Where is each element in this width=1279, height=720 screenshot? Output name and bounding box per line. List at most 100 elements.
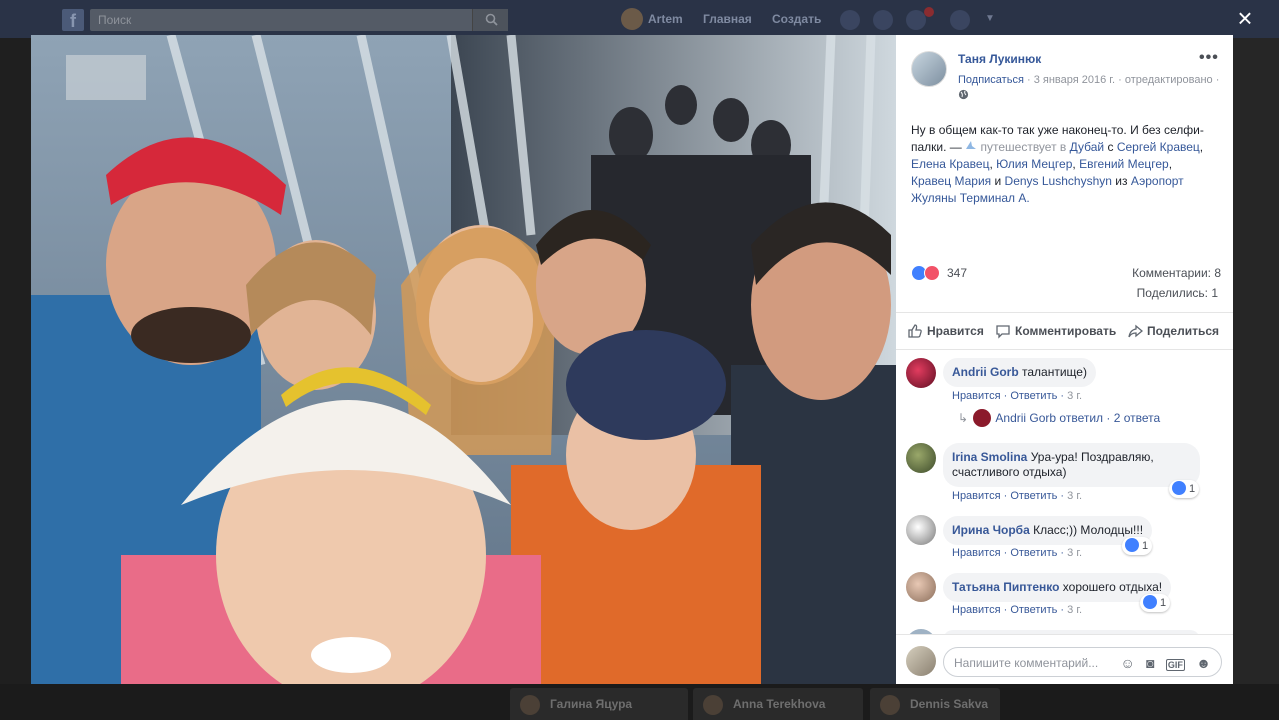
like-button[interactable]: Нравится [908,324,984,338]
comment-time[interactable]: 3 г. [1067,390,1082,402]
profile-avatar[interactable] [621,8,643,30]
comment-time[interactable]: 3 г. [1067,547,1082,559]
share-icon [1128,324,1143,338]
commenter-avatar[interactable] [906,515,936,545]
separator: · [1215,74,1220,86]
like-reaction-icon [1125,538,1139,552]
like-label: Нравится [927,324,984,338]
chat-avatar [520,695,540,715]
comment-text: Класс;)) Молодцы!!! [1033,523,1144,537]
commenter-avatar[interactable] [906,358,936,388]
comment-likes[interactable]: 1 [1169,480,1200,498]
comment-reply-link[interactable]: Ответить [1010,490,1057,502]
comment-author[interactable]: Ирина Чорба [952,523,1030,537]
comment-likes[interactable]: 1 [1140,594,1171,612]
comment-placeholder: Напишите комментарий... [954,656,1099,670]
tagged-person-link[interactable]: Кравец Мария [911,174,991,188]
commenter-avatar[interactable] [906,443,936,473]
search-icon [485,13,498,26]
like-reaction-icon [1143,595,1157,609]
chat-avatar [880,695,900,715]
more-options-icon[interactable]: ••• [1199,49,1219,67]
comment-bubble: Irina Smolina Ура-ура! Поздравляю, счаст… [943,443,1200,487]
friend-requests-icon[interactable] [840,10,860,30]
help-icon[interactable] [950,10,970,30]
comment-time[interactable]: 3 г. [1067,490,1082,502]
comment-author[interactable]: Irina Smolina [952,450,1027,464]
chat-tab[interactable]: Anna Terekhova [693,688,863,720]
with-word: с [1107,140,1114,154]
comment-like-link[interactable]: Нравится [952,490,1001,502]
photo-image [31,35,896,684]
comment-author[interactable]: Andrii Gorb [952,365,1019,379]
search-input[interactable]: Поиск [98,13,131,27]
chat-tab[interactable]: Dennis Sakva [870,688,1000,720]
chat-tab[interactable]: Галина Яцура [510,688,688,720]
gif-icon[interactable]: GIF [1165,659,1185,671]
comments-list: Andrii Gorb талантище) Нравится · Ответи… [896,350,1233,634]
comment-likes-count: 1 [1142,539,1149,552]
edited-label[interactable]: отредактировано [1125,74,1213,86]
shares-count[interactable]: Поделились: 1 [911,286,1218,300]
reactions-count[interactable]: 347 [947,266,967,280]
share-button[interactable]: Поделиться [1128,324,1220,338]
chat-tab-label: Anna Terekhova [733,697,826,711]
subscribe-link[interactable]: Подписаться [958,74,1024,86]
tagged-person-link[interactable]: Елена Кравец [911,157,989,171]
comment-like-link[interactable]: Нравится [952,547,1001,559]
commenter-avatar[interactable] [906,572,936,602]
comments-count[interactable]: Комментарии: 8 [1132,266,1221,280]
separator: · [1118,74,1122,86]
comment-button[interactable]: Комментировать [996,324,1117,339]
comment-label: Комментировать [1015,324,1117,338]
destination-link[interactable]: Дубай [1070,140,1105,154]
account-menu-icon[interactable]: ▼ [985,13,999,33]
share-label: Поделиться [1147,324,1220,338]
comment-meta: Нравится · Ответить · 3 г. [952,604,1083,616]
tagged-person-link[interactable]: Юлия Мецгер [996,157,1072,171]
facebook-topbar: f Поиск Artem Главная Создать ▼ [0,0,1279,38]
create-link[interactable]: Создать [772,12,821,26]
comment-like-link[interactable]: Нравится [952,604,1001,616]
activity-text: путешествует в [980,140,1067,154]
comment-input[interactable]: Напишите комментарий... ☺ ◙ GIF ☻ [943,647,1222,677]
chat-tab-label: Dennis Sakva [910,697,989,711]
comment-reply-link[interactable]: Ответить [1010,604,1057,616]
messenger-icon[interactable] [873,10,893,30]
emoji-icon[interactable]: ☺ [1120,655,1134,671]
comment-reply-link[interactable]: Ответить [1010,547,1057,559]
tagged-person-link[interactable]: Denys Lushchyshyn [1005,174,1112,188]
reply-thread-link[interactable]: ↳ Andrii Gorb ответил · 2 ответа [958,409,1160,427]
camera-icon[interactable]: ◙ [1146,655,1154,671]
like-reaction-icon [1172,481,1186,495]
reply-arrow-icon: ↳ [958,411,969,425]
reply-thread-text: Andrii Gorb ответил [995,411,1104,425]
and-word: и [994,174,1002,188]
notifications-icon[interactable] [906,10,926,30]
comment-author[interactable]: Татьяна Пиптенко [952,580,1059,594]
comment-likes[interactable]: 1 [1122,537,1153,555]
comment-time[interactable]: 3 г. [1067,604,1082,616]
profile-link[interactable]: Artem [648,12,683,26]
composer-icons: ☺ ◙ GIF ☻ [1112,655,1211,671]
post-photo[interactable] [31,35,896,684]
sticker-icon[interactable]: ☻ [1196,655,1211,671]
comment-like-link[interactable]: Нравится [952,390,1001,402]
search-button[interactable] [472,9,508,31]
search-bar[interactable]: Поиск [90,9,508,31]
comment-reply-link[interactable]: Ответить [1010,390,1057,402]
post-date[interactable]: 3 января 2016 г. [1034,74,1115,86]
comment-bubble: Andrii Gorb талантище) [943,358,1096,387]
author-avatar[interactable] [911,51,947,87]
post-actions: Нравится Комментировать Поделиться [896,312,1233,350]
globe-icon[interactable] [958,89,969,100]
author-name[interactable]: Таня Лукинюк [958,52,1041,66]
tagged-person-link[interactable]: Евгений Мецгер [1079,157,1169,171]
reactions-summary[interactable]: 347 Комментарии: 8 [911,264,1221,284]
close-icon[interactable]: × [1234,5,1256,31]
tagged-person-link[interactable]: Сергей Кравец [1117,140,1200,154]
facebook-logo-icon[interactable]: f [62,9,84,31]
notification-badge [924,7,934,17]
comment-likes-count: 1 [1189,482,1196,495]
home-link[interactable]: Главная [703,12,752,26]
